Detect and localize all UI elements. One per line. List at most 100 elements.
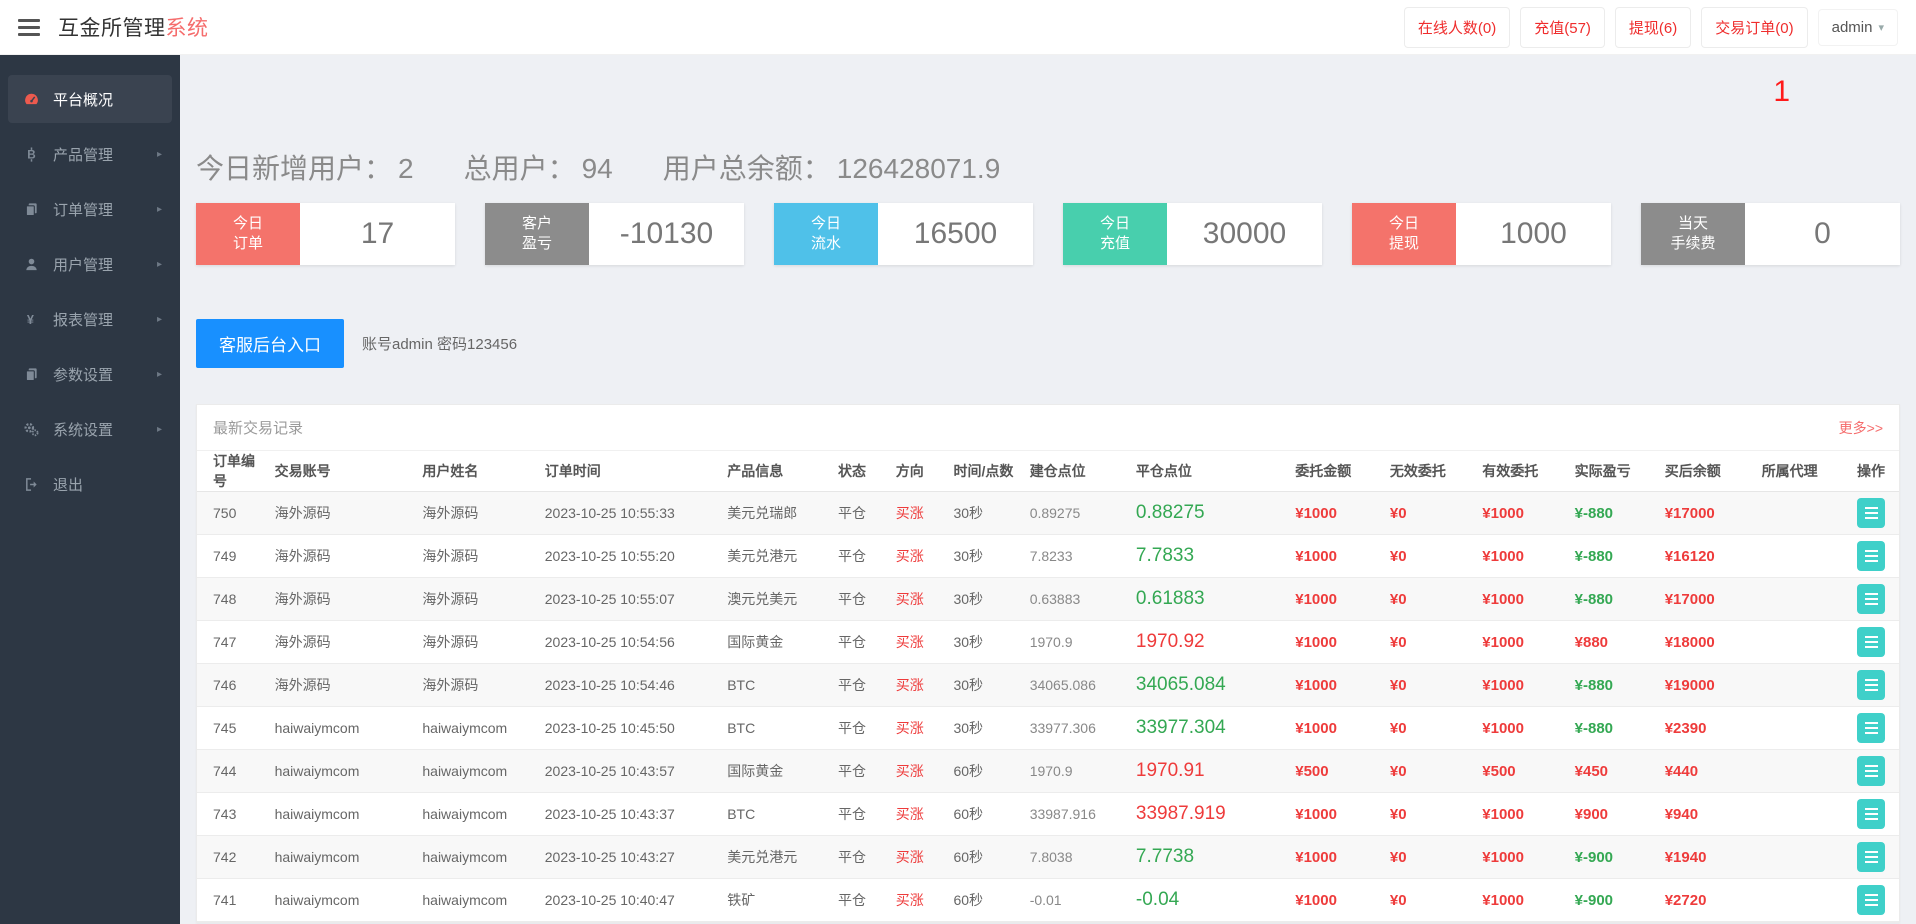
cell-valid: ¥1000 [1476,534,1569,578]
cell-amount: ¥500 [1289,749,1384,793]
sidebar-item-system[interactable]: 系统设置 ▸ [8,405,172,453]
cell-invalid: ¥0 [1383,706,1477,750]
cell-amount: ¥1000 [1289,577,1384,621]
order-detail-button[interactable] [1857,627,1885,657]
files-icon [22,201,40,217]
cell-agent [1755,620,1844,664]
panel-title: 最新交易记录 [213,420,304,437]
sidebar-item-users[interactable]: 用户管理 ▸ [8,240,172,288]
cell-status: 平仓 [832,620,890,664]
stat-total-users: 总用户： 94 [464,147,613,187]
cell-period: 30秒 [947,577,1024,621]
order-detail-button[interactable] [1857,584,1885,614]
cell-close: 1970.91 [1129,749,1290,793]
sidebar-item-params[interactable]: 参数设置 ▸ [8,350,172,398]
stat-card-value: 30000 [1167,203,1322,265]
hamburger-menu-icon[interactable] [18,18,40,36]
order-detail-button[interactable] [1857,670,1885,700]
cell-profit: ¥900 [1568,792,1659,836]
cell-direction: 买涨 [889,878,948,922]
cell-balance: ¥940 [1658,792,1756,836]
cell-profit: ¥450 [1568,749,1659,793]
sidebar-item-label: 退出 [53,476,84,494]
chevron-right-icon: ▸ [156,368,162,380]
cell-time: 2023-10-25 10:55:33 [538,491,722,535]
cell-invalid: ¥0 [1383,835,1477,879]
order-detail-button[interactable] [1857,498,1885,528]
cell-balance: ¥17000 [1658,491,1756,535]
sidebar-item-logout[interactable]: 退出 [8,460,172,508]
yen-icon: ¥ [22,311,40,327]
order-detail-button[interactable] [1857,842,1885,872]
sidebar-item-overview[interactable]: 平台概况 [8,75,172,123]
cell-period: 30秒 [947,620,1024,664]
cell-id: 747 [197,620,269,664]
order-detail-button[interactable] [1857,885,1885,915]
app-title-dark: 互金所管理 [58,17,166,40]
sidebar: 平台概况 B 产品管理 ▸ 订单管理 ▸ 用户管理 ▸ ¥ 报表管理 ▸ 参数设… [0,55,180,924]
trade-orders-button[interactable]: 交易订单(0) [1701,6,1808,48]
app-title: 互金所管理系统 [58,12,209,42]
cell-amount: ¥1000 [1289,534,1384,578]
app-title-red: 系统 [165,17,209,40]
cell-direction: 买涨 [889,792,948,836]
deposit-button[interactable]: 充值(57) [1520,6,1605,48]
cell-agent [1755,577,1844,621]
cell-account: 海外源码 [268,577,417,621]
cell-time: 2023-10-25 10:40:47 [538,878,722,922]
online-users-button[interactable]: 在线人数(0) [1403,6,1511,48]
sidebar-item-label: 平台概况 [53,91,114,109]
cell-amount: ¥1000 [1289,792,1384,836]
service-portal-button[interactable]: 客服后台入口 [196,319,344,368]
list-icon [1864,550,1878,562]
more-link[interactable]: 更多>> [1839,418,1883,438]
cell-open: 7.8038 [1023,835,1130,879]
withdraw-button[interactable]: 提现(6) [1614,6,1692,48]
cell-open: 7.8233 [1023,534,1130,578]
cell-direction: 买涨 [889,749,948,793]
cell-open: 33987.916 [1023,792,1130,836]
cell-op [1843,749,1899,793]
table-row: 744 haiwaiymcom haiwaiymcom 2023-10-25 10:4… [197,749,1899,793]
order-detail-button[interactable] [1857,799,1885,829]
cell-open: 0.89275 [1023,491,1130,535]
list-icon [1864,507,1878,519]
cell-status: 平仓 [832,534,890,578]
user-menu[interactable]: admin ▾ [1817,8,1898,46]
cell-period: 30秒 [947,663,1024,707]
cell-amount: ¥1000 [1289,878,1384,922]
cell-product: BTC [721,663,833,707]
sidebar-item-reports[interactable]: ¥ 报表管理 ▸ [8,295,172,343]
cell-name: 海外源码 [416,663,539,707]
cell-invalid: ¥0 [1383,878,1477,922]
list-icon [1864,894,1878,906]
cell-valid: ¥1000 [1476,577,1569,621]
cell-invalid: ¥0 [1383,663,1477,707]
cell-id: 743 [197,792,269,836]
stat-card-value: 1000 [1456,203,1611,265]
cell-account: haiwaiymcom [268,706,417,750]
cell-account: haiwaiymcom [268,792,417,836]
column-header: 订单时间 [544,463,601,479]
order-detail-button[interactable] [1857,713,1885,743]
cell-time: 2023-10-25 10:43:27 [538,835,722,879]
sidebar-item-orders[interactable]: 订单管理 ▸ [8,185,172,233]
cell-close: 34065.084 [1129,663,1290,707]
cell-name: haiwaiymcom [416,792,539,836]
cell-account: 海外源码 [268,491,417,535]
sidebar-item-label: 系统设置 [53,421,114,439]
sidebar-item-products[interactable]: B 产品管理 ▸ [8,130,172,178]
cell-period: 30秒 [947,534,1024,578]
cell-status: 平仓 [832,491,890,535]
order-detail-button[interactable] [1857,541,1885,571]
stat-value: 126428071.9 [836,153,1001,184]
page-badge: 1 [1773,75,1790,108]
list-icon [1864,679,1878,691]
table-row: 745 haiwaiymcom haiwaiymcom 2023-10-25 10:4… [197,706,1899,750]
cell-op [1843,792,1899,836]
cell-op [1843,577,1899,621]
cell-balance: ¥440 [1658,749,1756,793]
order-detail-button[interactable] [1857,756,1885,786]
sidebar-item-label: 报表管理 [53,311,114,329]
sidebar-item-label: 参数设置 [53,366,114,384]
